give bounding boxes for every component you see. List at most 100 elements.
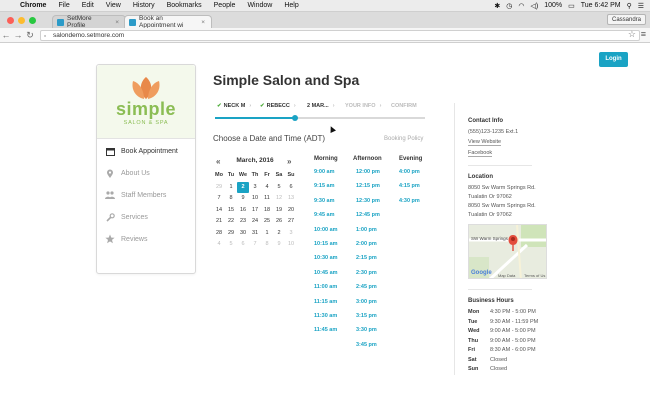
wifi-icon[interactable]: ◠ xyxy=(518,2,524,10)
booking-policy-link[interactable]: Booking Policy xyxy=(384,136,423,142)
calendar-day[interactable]: 26 xyxy=(273,216,285,228)
calendar-day[interactable]: 27 xyxy=(285,216,297,228)
sidebar-item-reviews[interactable]: Reviews xyxy=(105,233,147,245)
calendar-day[interactable]: 5 xyxy=(273,182,285,194)
sidebar-item-about-us[interactable]: About Us xyxy=(105,167,150,179)
calendar-day[interactable]: 18 xyxy=(261,205,273,217)
menu-history[interactable]: History xyxy=(127,2,161,9)
calendar-day[interactable]: 31 xyxy=(249,228,261,240)
calendar-day-selected[interactable]: 2 xyxy=(237,181,249,193)
menu-bookmarks[interactable]: Bookmarks xyxy=(161,2,208,9)
calendar-day[interactable]: 30 xyxy=(237,228,249,240)
calendar-day[interactable]: 6 xyxy=(285,182,297,194)
time-slot[interactable]: 10:45 am xyxy=(314,270,338,284)
menu-app[interactable]: Chrome xyxy=(14,2,52,9)
menu-window[interactable]: Window xyxy=(241,2,278,9)
time-slot[interactable]: 10:00 am xyxy=(314,227,338,241)
facebook-link[interactable]: Facebook xyxy=(468,150,493,157)
time-slot[interactable]: 12:45 pm xyxy=(356,212,380,226)
address-bar[interactable]: ▫ salondemo.setmore.com xyxy=(40,29,640,41)
calendar-day[interactable]: 17 xyxy=(249,205,261,217)
time-slot[interactable]: 10:15 am xyxy=(314,241,338,255)
time-slot[interactable]: 2:15 pm xyxy=(356,255,380,269)
battery-icon[interactable]: ▭ xyxy=(568,2,575,10)
time-slot[interactable]: 11:15 am xyxy=(314,299,338,313)
time-slot[interactable]: 2:45 pm xyxy=(356,284,380,298)
time-slot[interactable]: 9:15 am xyxy=(314,183,338,197)
step-date[interactable]: 2 MAR... › xyxy=(307,103,335,109)
menu-people[interactable]: People xyxy=(208,2,242,9)
menu-view[interactable]: View xyxy=(100,2,127,9)
calendar-day[interactable]: 14 xyxy=(213,205,225,217)
menu-edit[interactable]: Edit xyxy=(76,2,100,9)
calendar-day[interactable]: 9 xyxy=(237,193,249,205)
tab-book-appointment[interactable]: Book an Appointment wi × xyxy=(124,15,212,29)
time-slot[interactable]: 9:45 am xyxy=(314,212,338,226)
forward-icon[interactable]: → xyxy=(12,30,24,40)
minimize-window-icon[interactable] xyxy=(18,17,25,24)
step-staff[interactable]: ✔ REBECC › xyxy=(260,103,296,109)
time-slot[interactable]: 11:45 am xyxy=(314,327,338,341)
calendar-day[interactable]: 4 xyxy=(261,182,273,194)
notification-center-icon[interactable]: ☰ xyxy=(638,2,644,10)
calendar-day[interactable]: 10 xyxy=(249,193,261,205)
sidebar-item-services[interactable]: Services xyxy=(105,211,148,223)
time-slot[interactable]: 3:45 pm xyxy=(356,342,380,356)
map-terms-link[interactable]: Terms of Us xyxy=(524,273,545,278)
calendar-day[interactable]: 21 xyxy=(213,216,225,228)
login-button[interactable]: Login xyxy=(599,52,628,67)
time-slot[interactable]: 12:30 pm xyxy=(356,198,380,212)
view-website-link[interactable]: View Website xyxy=(468,139,502,146)
time-slot[interactable]: 11:30 am xyxy=(314,313,338,327)
time-slot[interactable]: 9:30 am xyxy=(314,198,338,212)
timemachine-icon[interactable]: ◷ xyxy=(506,2,512,10)
calendar-day[interactable]: 2 xyxy=(273,228,285,240)
time-slot[interactable]: 3:00 pm xyxy=(356,299,380,313)
calendar-day[interactable]: 3 xyxy=(249,182,261,194)
calendar-day[interactable]: 25 xyxy=(261,216,273,228)
back-icon[interactable]: ← xyxy=(0,30,12,40)
calendar-day[interactable]: 15 xyxy=(225,205,237,217)
calendar-day[interactable]: 24 xyxy=(249,216,261,228)
zoom-window-icon[interactable] xyxy=(29,17,36,24)
menu-file[interactable]: File xyxy=(52,2,75,9)
calendar-day[interactable]: 1 xyxy=(261,228,273,240)
calendar-next-icon[interactable]: » xyxy=(287,157,291,166)
close-window-icon[interactable] xyxy=(7,17,14,24)
spotlight-icon[interactable]: ⚲ xyxy=(627,2,632,10)
calendar-day[interactable]: 23 xyxy=(237,216,249,228)
menu-help[interactable]: Help xyxy=(278,2,304,9)
calendar-day[interactable]: 1 xyxy=(225,182,237,194)
chrome-menu-icon[interactable]: ≡ xyxy=(641,29,646,39)
time-slot[interactable]: 4:00 pm xyxy=(399,169,420,183)
close-tab-icon[interactable]: × xyxy=(115,19,119,26)
calendar-day[interactable]: 22 xyxy=(225,216,237,228)
location-map[interactable]: SW Warm Springs Google Map Data Terms of… xyxy=(468,224,547,279)
profile-button[interactable]: Cassandra xyxy=(606,14,646,25)
tab-setmore-profile[interactable]: SetMore Profile × xyxy=(52,15,126,29)
clock[interactable]: Tue 6:42 PM xyxy=(581,2,621,9)
sidebar-item-book-appointment[interactable]: Book Appointment xyxy=(105,145,178,157)
close-tab-icon[interactable]: × xyxy=(201,19,205,26)
time-slot[interactable]: 4:30 pm xyxy=(399,198,420,212)
reload-icon[interactable]: ↻ xyxy=(24,30,36,41)
time-slot[interactable]: 2:30 pm xyxy=(356,270,380,284)
calendar-day[interactable]: 20 xyxy=(285,205,297,217)
step-service[interactable]: ✔ NECK M › xyxy=(217,103,251,109)
calendar-day[interactable]: 7 xyxy=(213,193,225,205)
time-slot[interactable]: 1:00 pm xyxy=(356,227,380,241)
time-slot[interactable]: 2:00 pm xyxy=(356,241,380,255)
time-slot[interactable]: 3:15 pm xyxy=(356,313,380,327)
volume-icon[interactable]: ◁) xyxy=(531,2,539,10)
calendar-day[interactable]: 11 xyxy=(261,193,273,205)
calendar-day[interactable]: 8 xyxy=(225,193,237,205)
time-slot[interactable]: 3:30 pm xyxy=(356,327,380,341)
time-slot[interactable]: 12:00 pm xyxy=(356,169,380,183)
time-slot[interactable]: 10:30 am xyxy=(314,255,338,269)
calendar-day[interactable]: 19 xyxy=(273,205,285,217)
calendar-day[interactable]: 28 xyxy=(213,228,225,240)
time-slot[interactable]: 9:00 am xyxy=(314,169,338,183)
sidebar-item-staff-members[interactable]: Staff Members xyxy=(105,189,166,201)
bluetooth-icon[interactable]: ✱ xyxy=(494,2,500,10)
bookmark-star-icon[interactable]: ☆ xyxy=(628,29,636,40)
